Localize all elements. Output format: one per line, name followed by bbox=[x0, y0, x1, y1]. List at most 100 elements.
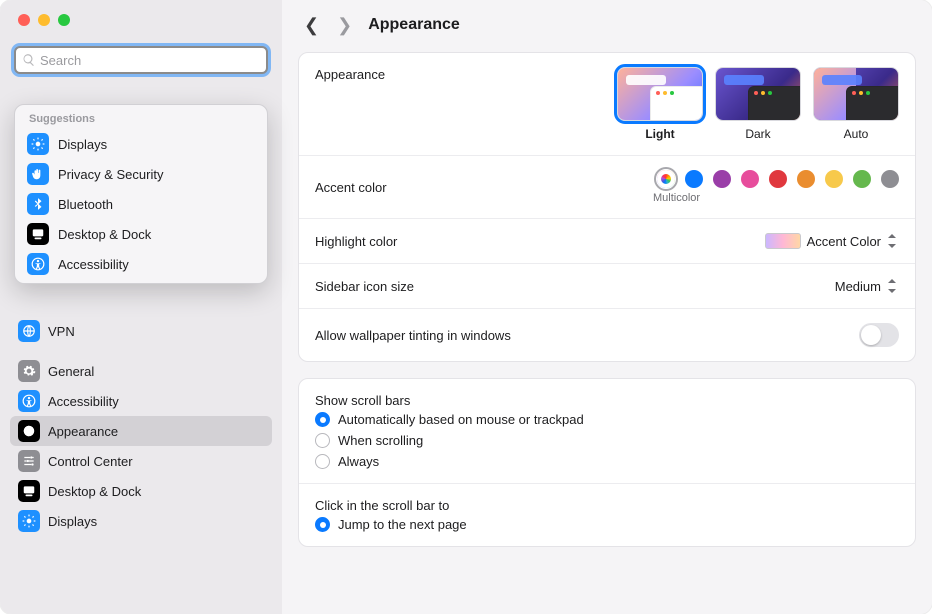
suggestions-header: Suggestions bbox=[15, 105, 267, 129]
radio-icon bbox=[315, 454, 330, 469]
suggestion-label: Desktop & Dock bbox=[58, 227, 151, 242]
accent-color-dot[interactable] bbox=[713, 170, 731, 188]
bluetooth-icon bbox=[27, 193, 49, 215]
accessibility-icon bbox=[27, 253, 49, 275]
nav-arrows: ❮ ❯ bbox=[304, 15, 352, 36]
accent-color-dot[interactable] bbox=[769, 170, 787, 188]
row-icon-size: Sidebar icon size Medium bbox=[299, 264, 915, 309]
updown-icon bbox=[885, 233, 899, 249]
settings-window: Suggestions Displays Privacy & Security Bl… bbox=[0, 0, 932, 614]
sidebar-item[interactable]: General bbox=[10, 356, 272, 386]
sidebar-item[interactable]: Displays bbox=[10, 506, 272, 536]
scrollbars-option[interactable]: Always bbox=[315, 454, 899, 469]
sidebar-item-label: Accessibility bbox=[48, 394, 119, 409]
globe-icon bbox=[18, 320, 40, 342]
search-icon bbox=[22, 53, 36, 67]
dock-icon bbox=[18, 480, 40, 502]
accent-color-dot[interactable] bbox=[657, 170, 675, 188]
radio-icon bbox=[315, 412, 330, 427]
accessibility-icon bbox=[18, 390, 40, 412]
suggestion-item[interactable]: Accessibility bbox=[15, 249, 267, 279]
appearance-thumb bbox=[715, 67, 801, 121]
radio-icon bbox=[315, 433, 330, 448]
appearance-option-label: Dark bbox=[745, 127, 770, 141]
sidebar-item[interactable]: Desktop & Dock bbox=[10, 476, 272, 506]
sidebar-item-label: Desktop & Dock bbox=[48, 484, 141, 499]
gear-icon bbox=[18, 360, 40, 382]
radio-label: Automatically based on mouse or trackpad bbox=[338, 412, 584, 427]
minimize-button[interactable] bbox=[38, 14, 50, 26]
page-title: Appearance bbox=[368, 16, 460, 34]
icon-size-select[interactable]: Medium bbox=[835, 278, 899, 294]
radio-label: Always bbox=[338, 454, 379, 469]
sidebar-item[interactable]: Control Center bbox=[10, 446, 272, 476]
appearance-label: Appearance bbox=[315, 67, 617, 82]
search-input[interactable] bbox=[40, 53, 260, 68]
scrollbars-option[interactable]: Automatically based on mouse or trackpad bbox=[315, 412, 899, 427]
sidebar-item[interactable]: VPN bbox=[10, 316, 272, 346]
back-button[interactable]: ❮ bbox=[304, 15, 319, 36]
sun-icon bbox=[27, 133, 49, 155]
accent-label: Accent color bbox=[315, 180, 657, 195]
suggestion-label: Accessibility bbox=[58, 257, 129, 272]
appearance-option[interactable]: Dark bbox=[715, 67, 801, 141]
suggestion-item[interactable]: Desktop & Dock bbox=[15, 219, 267, 249]
tinting-toggle[interactable] bbox=[859, 323, 899, 347]
row-scroll-bars: Show scroll bars Automatically based on … bbox=[299, 379, 915, 484]
accent-color-dot[interactable] bbox=[741, 170, 759, 188]
sidebar: Suggestions Displays Privacy & Security Bl… bbox=[0, 0, 282, 614]
row-accent-color: Accent color Multicolor bbox=[299, 156, 915, 219]
suggestion-label: Privacy & Security bbox=[58, 167, 163, 182]
highlight-swatch bbox=[765, 233, 801, 249]
suggestion-label: Displays bbox=[58, 137, 107, 152]
window-controls bbox=[0, 0, 282, 38]
accent-wrap: Multicolor bbox=[657, 170, 899, 204]
sidebar-item-label: VPN bbox=[48, 324, 75, 339]
appearance-option-label: Auto bbox=[844, 127, 869, 141]
row-wallpaper-tinting: Allow wallpaper tinting in windows bbox=[299, 309, 915, 361]
suggestion-item[interactable]: Displays bbox=[15, 129, 267, 159]
accent-selected-label: Multicolor bbox=[653, 192, 700, 204]
sidebar-item-label: Displays bbox=[48, 514, 97, 529]
tinting-label: Allow wallpaper tinting in windows bbox=[315, 328, 859, 343]
radio-label: Jump to the next page bbox=[338, 517, 467, 532]
accent-color-dot[interactable] bbox=[797, 170, 815, 188]
panel-appearance: Appearance Light Dark Auto Accent color bbox=[298, 52, 916, 362]
sidebar-nav: VPN General Accessibility Appearance Control… bbox=[0, 308, 282, 544]
radio-label: When scrolling bbox=[338, 433, 423, 448]
panel-scroll: Show scroll bars Automatically based on … bbox=[298, 378, 916, 547]
accent-color-dot[interactable] bbox=[685, 170, 703, 188]
sidebar-item[interactable]: Accessibility bbox=[10, 386, 272, 416]
sidebar-item-label: Control Center bbox=[48, 454, 133, 469]
accent-color-dot[interactable] bbox=[825, 170, 843, 188]
suggestion-item[interactable]: Privacy & Security bbox=[15, 159, 267, 189]
topbar: ❮ ❯ Appearance bbox=[282, 0, 932, 50]
clickbar-header: Click in the scroll bar to bbox=[315, 498, 899, 513]
radio-icon bbox=[315, 517, 330, 532]
suggestion-item[interactable]: Bluetooth bbox=[15, 189, 267, 219]
clickbar-option[interactable]: Jump to the next page bbox=[315, 517, 899, 532]
updown-icon bbox=[885, 278, 899, 294]
appearance-option[interactable]: Auto bbox=[813, 67, 899, 141]
row-click-bar: Click in the scroll bar to Jump to the n… bbox=[299, 484, 915, 546]
scrollbars-header: Show scroll bars bbox=[315, 393, 899, 408]
row-highlight-color: Highlight color Accent Color bbox=[299, 219, 915, 264]
search-wrap bbox=[0, 38, 282, 78]
sidebar-item-label: General bbox=[48, 364, 94, 379]
forward-button[interactable]: ❯ bbox=[337, 15, 352, 36]
appearance-thumb bbox=[813, 67, 899, 121]
accent-color-dot[interactable] bbox=[881, 170, 899, 188]
maximize-button[interactable] bbox=[58, 14, 70, 26]
scrollbars-option[interactable]: When scrolling bbox=[315, 433, 899, 448]
sun-icon bbox=[18, 510, 40, 532]
highlight-select[interactable]: Accent Color bbox=[807, 233, 899, 249]
close-button[interactable] bbox=[18, 14, 30, 26]
search-suggestions-popover: Suggestions Displays Privacy & Security Bl… bbox=[14, 104, 268, 284]
content-scroll[interactable]: Appearance Light Dark Auto Accent color bbox=[282, 50, 932, 614]
search-field[interactable] bbox=[14, 46, 268, 74]
accent-color-dot[interactable] bbox=[853, 170, 871, 188]
sidebar-item[interactable]: Appearance bbox=[10, 416, 272, 446]
highlight-value: Accent Color bbox=[807, 234, 881, 249]
appearance-option[interactable]: Light bbox=[617, 67, 703, 141]
row-appearance-mode: Appearance Light Dark Auto bbox=[299, 53, 915, 156]
